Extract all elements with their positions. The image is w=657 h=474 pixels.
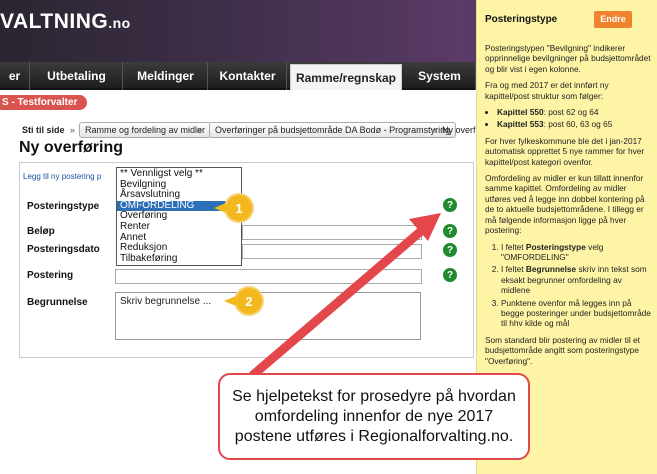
help-paragraph: Omfordeling av midler er kun tillatt inn… bbox=[485, 173, 645, 236]
procedure-step: I feltet Posteringstype velg "OMFORDELIN… bbox=[501, 242, 651, 263]
chapter-name: Kapittel 550 bbox=[497, 107, 544, 118]
chapter-name: Kapittel 553 bbox=[497, 119, 544, 130]
step-text: I feltet bbox=[501, 241, 526, 252]
help-paragraph: Posteringstypen "Bevilgning" indikerer o… bbox=[485, 43, 651, 74]
chapter-posts: : post 62 og 64 bbox=[543, 107, 599, 118]
chapter-item: Kapittel 550: post 62 og 64 bbox=[497, 107, 651, 117]
chapter-item: Kapittel 553: post 60, 63 og 65 bbox=[497, 119, 651, 129]
help-paragraph: For hver fylkeskommune ble det i jan-201… bbox=[485, 135, 645, 167]
edit-button[interactable]: Endre bbox=[594, 11, 632, 28]
help-paragraph: Som standard blir postering av midler ti… bbox=[485, 334, 640, 366]
chapter-posts: : post 60, 63 og 65 bbox=[543, 119, 613, 130]
annotation-callout: Se hjelpetekst for prosedyre på hvordan … bbox=[218, 373, 530, 460]
step-field-name: Posteringstype bbox=[525, 241, 586, 252]
sidebar-help-text: Posteringstypen "Bevilgning" indikerer o… bbox=[485, 43, 651, 372]
help-paragraph: Fra og med 2017 er det innført ny kapitt… bbox=[485, 80, 609, 101]
sidebar-title: Posteringstype bbox=[485, 14, 558, 25]
procedure-steps: I feltet Posteringstype velg "OMFORDELIN… bbox=[501, 242, 651, 329]
step-field-name: Begrunnelse bbox=[525, 264, 577, 275]
chapter-list: Kapittel 550: post 62 og 64 Kapittel 553… bbox=[497, 107, 651, 130]
procedure-step: I feltet Begrunnelse skriv inn tekst som… bbox=[501, 264, 651, 295]
procedure-step: Punktene ovenfor må legges inn på begge … bbox=[501, 298, 651, 329]
step-text: I feltet bbox=[501, 264, 526, 275]
